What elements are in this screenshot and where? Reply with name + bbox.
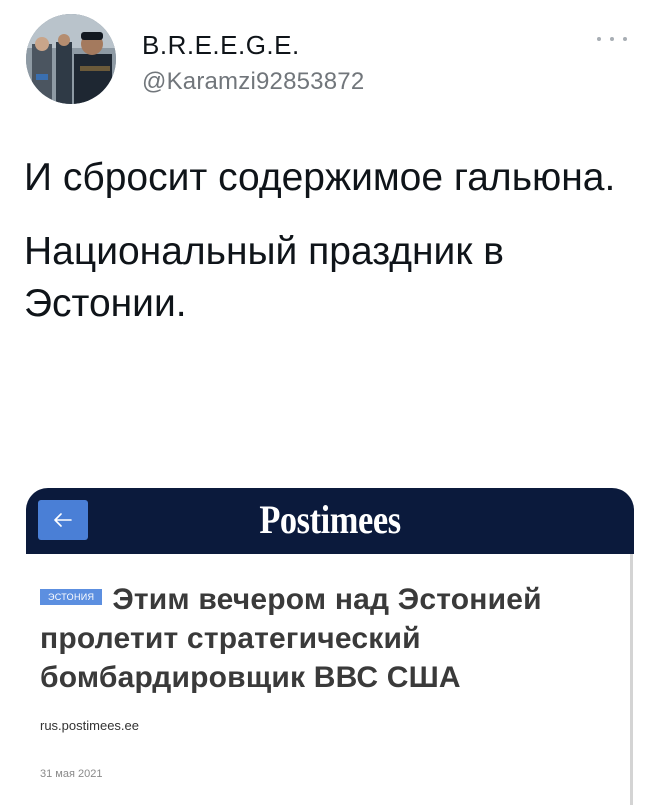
author-display-name[interactable]: B.R.E.E.G.E.	[142, 30, 364, 60]
source-url[interactable]: rus.postimees.ee	[40, 718, 139, 733]
embedded-screenshot[interactable]: Postimees ЭСТОНИЯ Этим вечером над Эстони…	[26, 488, 634, 805]
postimees-logo: Postimees	[259, 497, 401, 542]
avatar-photo	[26, 14, 116, 104]
publication-date: 31 мая 2021	[40, 768, 103, 780]
more-horizontal-icon-dot	[610, 37, 614, 41]
tweet-paragraph: И сбросит содержимое гальюна.	[24, 156, 616, 199]
tweet-header: B.R.E.E.G.E. @Karamzi92853872	[26, 14, 627, 104]
more-horizontal-icon-dot	[623, 37, 627, 41]
article-headline[interactable]: ЭСТОНИЯ Этим вечером над Эстонией пролети…	[40, 580, 620, 697]
tweet-text: И сбросит содержимое гальюна. Национальн…	[24, 152, 624, 330]
more-options-button[interactable]	[597, 32, 627, 46]
tweet-paragraph: Национальный праздник в Эстонии.	[24, 230, 504, 325]
article-card[interactable]: ЭСТОНИЯ Этим вечером над Эстонией пролети…	[26, 554, 633, 805]
article-headline-text: Этим вечером над Эстонией пролетит страт…	[40, 583, 542, 694]
avatar[interactable]	[26, 14, 116, 104]
category-tag: ЭСТОНИЯ	[40, 589, 103, 606]
author-names: B.R.E.E.G.E. @Karamzi92853872	[142, 30, 364, 98]
postimees-header-bar: Postimees	[26, 488, 634, 554]
more-horizontal-icon	[597, 37, 601, 41]
author-handle[interactable]: @Karamzi92853872	[142, 66, 364, 98]
